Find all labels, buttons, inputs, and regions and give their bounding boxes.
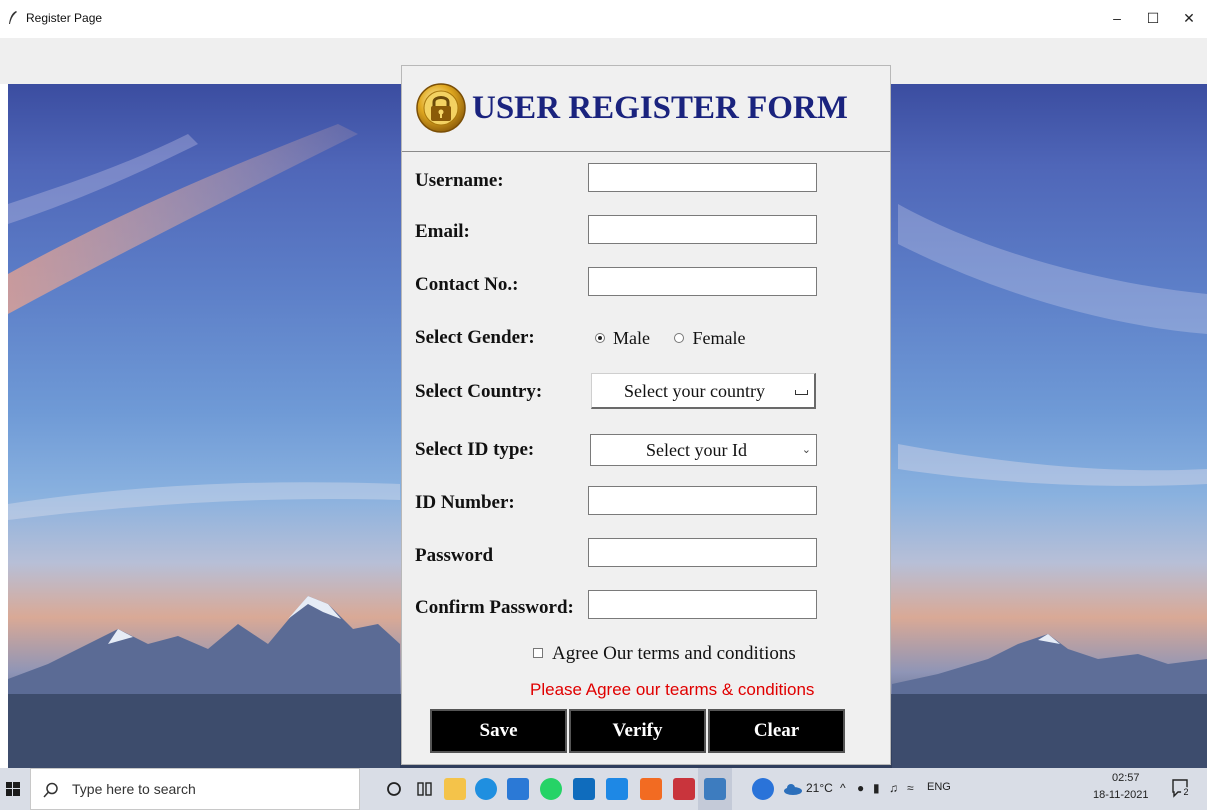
python-icon[interactable]: [704, 778, 726, 800]
id-type-selected-value: Select your Id: [646, 440, 747, 460]
taskbar: Type here to search 21°C ^ ● ▮ ♫ ≈ ENG 0…: [0, 768, 1207, 810]
cortana-icon[interactable]: [386, 781, 402, 797]
username-label: Username:: [415, 170, 504, 191]
register-form-panel: USER REGISTER FORM Username: Email: Cont…: [401, 65, 891, 765]
outlook-icon[interactable]: [573, 778, 595, 800]
id-type-combobox[interactable]: Select your Id ⌄: [590, 434, 817, 466]
windows-start-icon[interactable]: [6, 782, 20, 796]
taskbar-search-box[interactable]: Type here to search: [30, 768, 360, 810]
window-title: Register Page: [26, 11, 103, 25]
radio-male[interactable]: [595, 332, 605, 343]
contact-label: Contact No.:: [415, 274, 519, 295]
file-explorer-icon[interactable]: [444, 778, 466, 800]
country-selected-value: Select your country: [624, 381, 765, 401]
terms-checkbox[interactable]: [533, 648, 543, 658]
radio-female[interactable]: [674, 332, 685, 343]
chevron-down-icon[interactable]: ⌄: [802, 443, 811, 456]
tk-feather-icon: [9, 11, 17, 24]
confirm-password-input[interactable]: [588, 590, 817, 619]
search-icon: [43, 782, 58, 798]
lock-icon: [416, 83, 466, 133]
volume-icon[interactable]: ♫: [889, 781, 898, 795]
password-input[interactable]: [588, 538, 817, 567]
network-icon[interactable]: ●: [857, 781, 864, 795]
clock-time[interactable]: 02:57: [1112, 772, 1140, 784]
gender-label: Select Gender:: [415, 327, 535, 348]
task-view-icon[interactable]: [416, 780, 434, 798]
username-input[interactable]: [588, 163, 817, 192]
terms-checkbox-row[interactable]: Agree Our terms and conditions: [533, 643, 796, 665]
mail-icon[interactable]: [507, 778, 529, 800]
weather-cloud-icon[interactable]: [783, 783, 803, 795]
help-icon[interactable]: [752, 778, 774, 800]
notification-count-badge: 2: [1181, 787, 1191, 797]
clock-date[interactable]: 18-11-2021: [1093, 789, 1148, 801]
save-button[interactable]: Save: [430, 709, 567, 753]
minimize-button[interactable]: –: [1102, 6, 1132, 30]
form-header: USER REGISTER FORM: [402, 66, 890, 152]
app-icon[interactable]: [673, 778, 695, 800]
id-number-input[interactable]: [588, 486, 817, 515]
battery-icon[interactable]: ▮: [873, 781, 880, 795]
contact-input[interactable]: [588, 267, 817, 296]
optionmenu-indicator-icon: [795, 390, 808, 395]
notification-center-icon[interactable]: 2: [1172, 779, 1191, 799]
id-number-label: ID Number:: [415, 492, 515, 513]
xampp-icon[interactable]: [640, 778, 662, 800]
email-label: Email:: [415, 221, 470, 242]
country-label: Select Country:: [415, 381, 543, 402]
id-type-label: Select ID type:: [415, 439, 535, 460]
gender-option-male[interactable]: Male: [595, 328, 650, 348]
language-indicator[interactable]: ENG: [927, 781, 951, 793]
search-placeholder: Type here to search: [72, 781, 196, 797]
gender-option-female[interactable]: Female: [674, 328, 745, 348]
verify-button[interactable]: Verify: [569, 709, 706, 753]
terms-warning-message: Please Agree our tearms & conditions: [530, 680, 815, 699]
wifi-icon[interactable]: ≈: [907, 781, 914, 795]
email-input[interactable]: [588, 215, 817, 244]
window-titlebar: Register Page – ☐ ✕: [0, 0, 1207, 38]
gender-male-label: Male: [613, 328, 650, 348]
maximize-button[interactable]: ☐: [1138, 6, 1168, 30]
weather-temperature[interactable]: 21°C: [806, 781, 833, 795]
chevron-up-icon[interactable]: ^: [840, 781, 846, 795]
terms-checkbox-label: Agree Our terms and conditions: [552, 643, 796, 664]
gender-female-label: Female: [692, 328, 746, 348]
edge-browser-icon[interactable]: [475, 778, 497, 800]
form-title: USER REGISTER FORM: [472, 90, 848, 126]
whatsapp-icon[interactable]: [540, 778, 562, 800]
gender-radio-group: Male Female: [595, 328, 745, 349]
country-optionmenu[interactable]: Select your country: [591, 373, 816, 409]
close-button[interactable]: ✕: [1174, 6, 1204, 30]
clear-button[interactable]: Clear: [708, 709, 845, 753]
password-label: Password: [415, 545, 494, 566]
vscode-icon[interactable]: [606, 778, 628, 800]
confirm-password-label: Confirm Password:: [415, 597, 574, 618]
